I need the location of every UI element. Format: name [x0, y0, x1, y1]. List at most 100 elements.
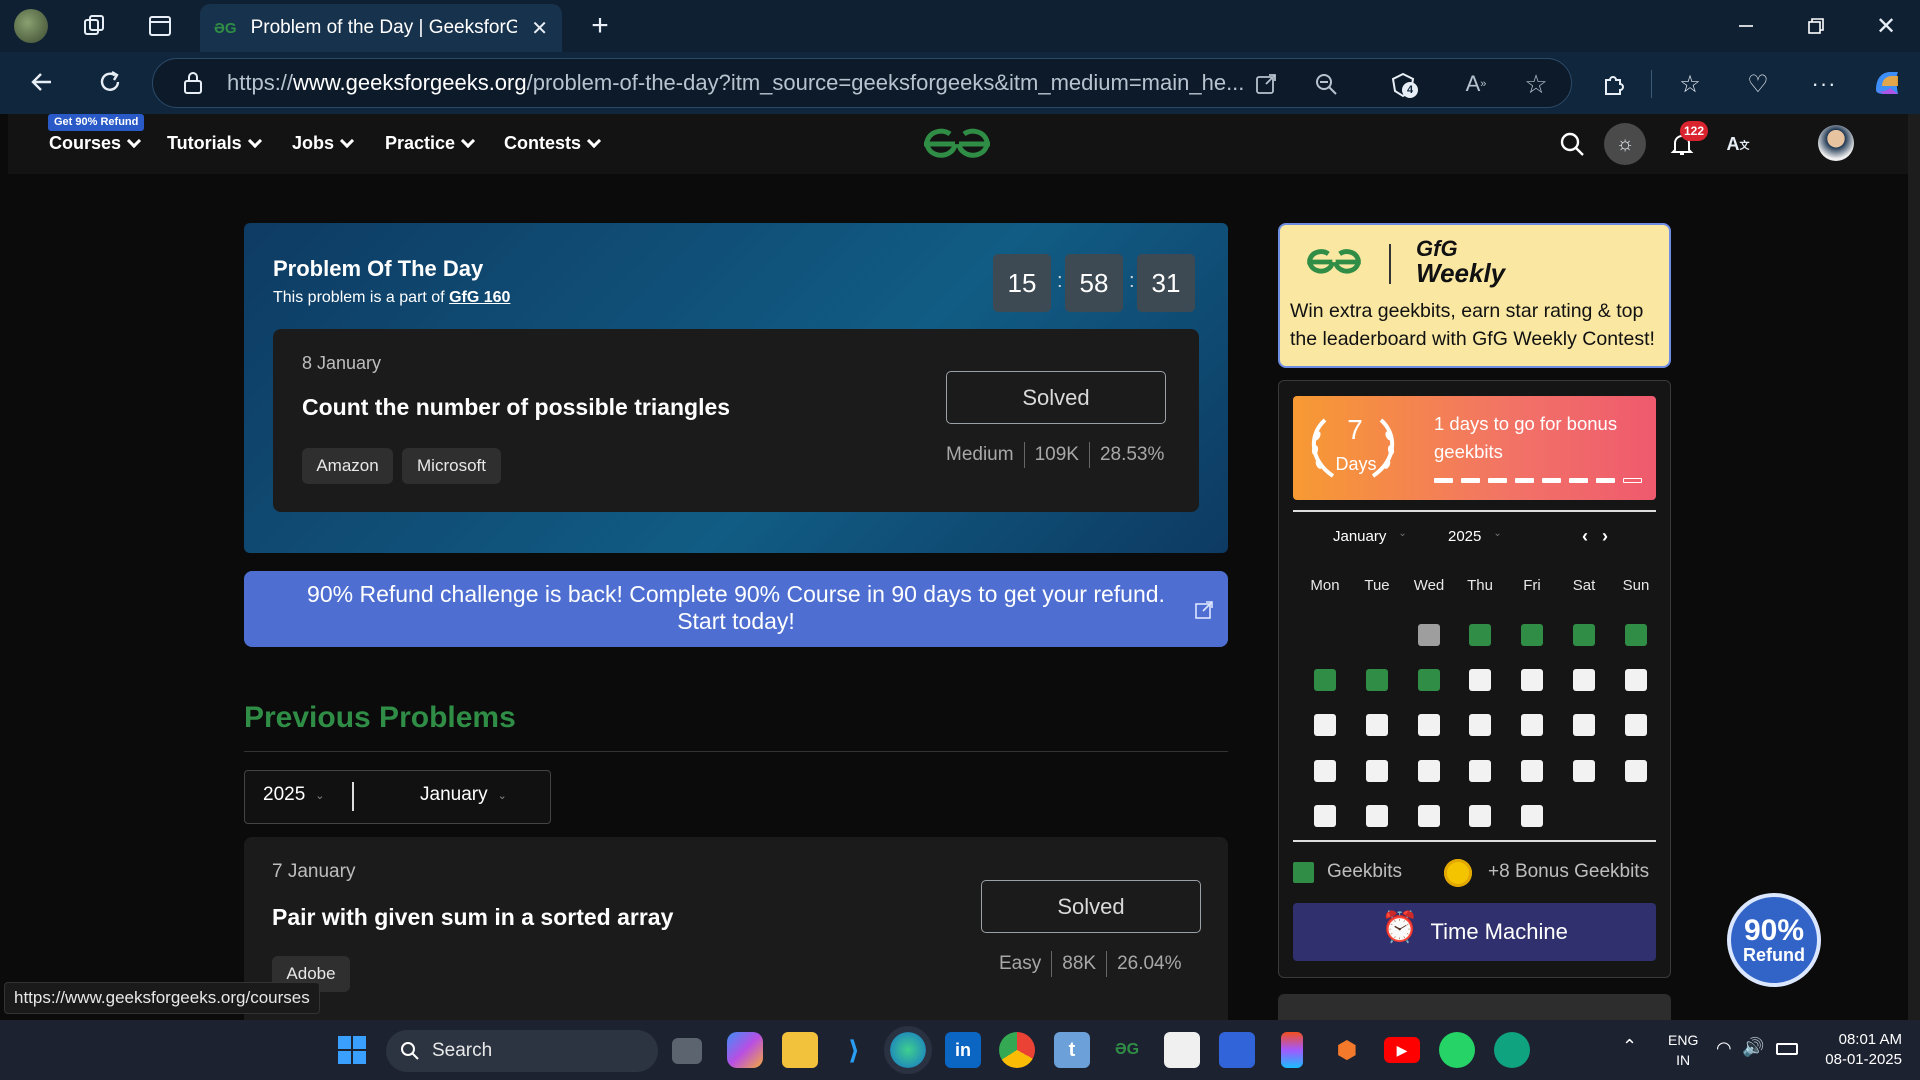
calendar-day-cell[interactable]	[1625, 760, 1647, 782]
copilot-app-icon[interactable]	[727, 1032, 763, 1068]
calendar-day-cell[interactable]	[1573, 760, 1595, 782]
calendar-day-cell[interactable]	[1625, 669, 1647, 691]
calendar-day-cell[interactable]	[1469, 805, 1491, 827]
microsoft-store-icon[interactable]	[1164, 1032, 1200, 1068]
battery-icon[interactable]	[1776, 1043, 1798, 1055]
vertical-tabs-icon[interactable]	[144, 10, 176, 42]
vscode-icon[interactable]: ⟩	[836, 1032, 872, 1068]
file-explorer-icon[interactable]	[782, 1032, 818, 1068]
wifi-icon[interactable]: ◠	[1716, 1038, 1732, 1059]
calendar-year-select[interactable]: 2025 ⌄	[1448, 528, 1502, 545]
calendar-day-cell[interactable]	[1521, 760, 1543, 782]
chrome-icon[interactable]	[999, 1032, 1035, 1068]
more-options-icon[interactable]: ···	[1808, 68, 1840, 100]
calendar-day-cell[interactable]	[1573, 624, 1595, 646]
calendar-day-cell[interactable]	[1418, 760, 1440, 782]
nav-jobs[interactable]: Jobs	[292, 133, 355, 154]
calendar-day-cell[interactable]	[1418, 669, 1440, 691]
browser-essentials-icon[interactable]: ♡	[1742, 68, 1774, 100]
new-tab-icon[interactable]: +	[584, 9, 616, 42]
tumblr-icon[interactable]: t	[1054, 1032, 1090, 1068]
search-icon[interactable]	[1556, 128, 1588, 160]
previous-problem-title[interactable]: Pair with given sum in a sorted array	[272, 904, 673, 931]
back-icon[interactable]	[24, 64, 60, 100]
calendar-day-cell[interactable]	[1469, 669, 1491, 691]
address-bar[interactable]: https://www.geeksforgeeks.org/problem-of…	[152, 58, 1572, 108]
calendar-day-cell[interactable]	[1366, 669, 1388, 691]
calendar-day-cell[interactable]	[1366, 805, 1388, 827]
calendar-month-select[interactable]: January ⌄	[1333, 528, 1407, 545]
nav-courses[interactable]: Courses	[49, 133, 142, 154]
user-avatar[interactable]	[1818, 125, 1854, 161]
copilot-icon[interactable]	[1868, 64, 1906, 102]
calendar-next-icon[interactable]: ›	[1602, 526, 1608, 547]
calendar-day-cell[interactable]	[1314, 805, 1336, 827]
calendar-day-cell[interactable]	[1366, 760, 1388, 782]
chatgpt-icon[interactable]	[1494, 1032, 1530, 1068]
favorites-icon[interactable]: ☆	[1674, 68, 1706, 100]
zoom-out-icon[interactable]	[1312, 70, 1340, 98]
minimize-icon[interactable]	[1730, 10, 1762, 42]
calendar-day-cell[interactable]	[1521, 624, 1543, 646]
calendar-day-cell[interactable]	[1521, 669, 1543, 691]
restore-icon[interactable]	[1800, 10, 1832, 42]
active-tab[interactable]: ƏG Problem of the Day | GeeksforGee ✕	[200, 4, 562, 52]
calendar-day-cell[interactable]	[1418, 714, 1440, 736]
calendar-day-cell[interactable]	[1469, 714, 1491, 736]
nav-tutorials[interactable]: Tutorials	[167, 133, 262, 154]
calendar-day-cell[interactable]	[1573, 669, 1595, 691]
solved-button[interactable]: Solved	[946, 371, 1166, 424]
gfg-logo[interactable]	[920, 124, 994, 164]
calendar-day-cell[interactable]	[1469, 760, 1491, 782]
time-machine-button[interactable]: ⏰ Time Machine	[1293, 903, 1656, 961]
clock[interactable]: 08:01 AM 08-01-2025	[1812, 1030, 1902, 1070]
calendar-day-cell[interactable]	[1314, 714, 1336, 736]
taskbar-search[interactable]: Search	[386, 1030, 658, 1072]
youtube-icon[interactable]: ▶	[1384, 1037, 1420, 1063]
site-info-lock-icon[interactable]	[180, 70, 206, 96]
previous-solved-button[interactable]: Solved	[981, 880, 1201, 933]
close-window-icon[interactable]: ✕	[1870, 10, 1902, 42]
calendar-day-cell[interactable]	[1366, 714, 1388, 736]
theme-toggle-icon[interactable]: ☼	[1604, 123, 1646, 165]
show-hidden-icons[interactable]: ⌃	[1622, 1036, 1637, 1057]
company-tag[interactable]: Amazon	[302, 448, 393, 484]
calendar-day-cell[interactable]	[1469, 624, 1491, 646]
calendar-day-cell[interactable]	[1314, 760, 1336, 782]
gfg-app-icon[interactable]: ƏG	[1109, 1032, 1145, 1068]
year-select[interactable]: 2025 ⌄	[263, 784, 325, 806]
nav-contests[interactable]: Contests	[504, 133, 602, 154]
refund-banner[interactable]: 90% Refund challenge is back! Complete 9…	[244, 571, 1228, 647]
refresh-icon[interactable]	[92, 64, 128, 100]
language-indicator[interactable]: ENG IN	[1668, 1030, 1698, 1070]
calendar-day-cell[interactable]	[1521, 714, 1543, 736]
read-aloud-icon[interactable]: A»	[1460, 68, 1492, 100]
workspaces-icon[interactable]	[78, 10, 110, 42]
external-link-icon[interactable]	[1194, 600, 1214, 620]
translate-icon[interactable]: A文	[1722, 128, 1754, 160]
blender-icon[interactable]: ⬢	[1329, 1032, 1365, 1068]
page-scrollbar[interactable]	[1908, 114, 1920, 1020]
edge-icon[interactable]	[884, 1026, 932, 1074]
favorite-star-icon[interactable]: ☆	[1520, 68, 1552, 100]
calendar-prev-icon[interactable]: ‹	[1582, 526, 1588, 547]
company-tag[interactable]: Microsoft	[402, 448, 501, 484]
calendar-day-cell[interactable]	[1521, 805, 1543, 827]
month-select[interactable]: January ⌄	[420, 784, 507, 806]
calendar-day-cell[interactable]	[1418, 805, 1440, 827]
extensions-puzzle-icon[interactable]	[1598, 68, 1630, 100]
open-in-app-icon[interactable]	[1252, 70, 1280, 98]
task-view-icon[interactable]	[672, 1038, 702, 1064]
whatsapp-icon[interactable]	[1439, 1032, 1475, 1068]
windows-start-icon[interactable]	[334, 1032, 370, 1068]
visual-studio-icon[interactable]	[1219, 1032, 1255, 1068]
figma-icon[interactable]	[1281, 1032, 1303, 1068]
calendar-day-cell[interactable]	[1625, 714, 1647, 736]
calendar-day-cell[interactable]	[1573, 714, 1595, 736]
calendar-day-cell[interactable]	[1418, 624, 1440, 646]
problem-title[interactable]: Count the number of possible triangles	[302, 394, 730, 421]
close-tab-icon[interactable]: ✕	[531, 16, 548, 41]
profile-avatar[interactable]	[14, 9, 48, 43]
calendar-day-cell[interactable]	[1625, 624, 1647, 646]
linkedin-icon[interactable]: in	[945, 1032, 981, 1068]
